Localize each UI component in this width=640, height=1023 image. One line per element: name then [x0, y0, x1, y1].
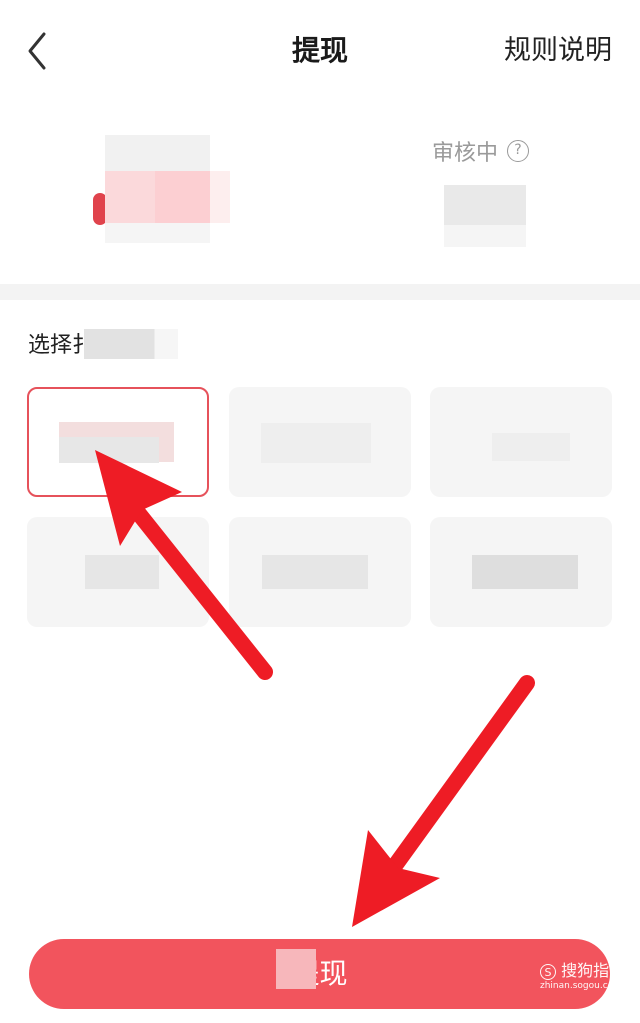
annotation-arrows [95, 450, 535, 927]
arrow-to-option-icon [95, 450, 273, 680]
arrow-to-button-icon [352, 675, 535, 927]
